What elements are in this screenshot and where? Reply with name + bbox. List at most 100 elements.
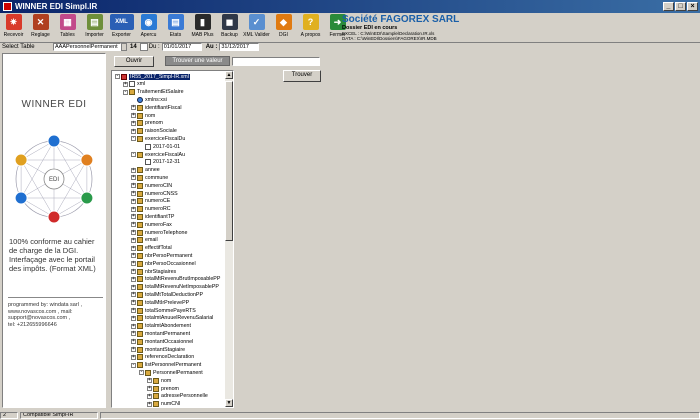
expand-icon[interactable]: + (131, 230, 136, 235)
expand-icon[interactable]: + (131, 128, 136, 134)
tree-node[interactable]: + referenceDeclaration (131, 354, 194, 361)
date-to-field[interactable]: 31/12/2017 (219, 43, 260, 51)
expand-icon[interactable]: + (131, 331, 136, 337)
expand-icon[interactable]: + (147, 401, 152, 407)
toolbar-button-xml-valider[interactable]: ✓ XML Valider (243, 13, 270, 42)
tree-node[interactable]: 2017-12-31 (139, 159, 180, 166)
tree-node[interactable]: - PersonnelPermanent (139, 369, 203, 376)
tree-node[interactable]: + prenom (147, 385, 179, 392)
expand-icon[interactable]: + (131, 237, 136, 243)
collapse-icon[interactable]: - (131, 362, 136, 368)
expand-icon[interactable]: + (131, 276, 136, 282)
collapse-icon[interactable]: - (131, 152, 136, 157)
tree-node[interactable]: + nbrStagiaires (131, 268, 176, 275)
toolbar-button-backup[interactable]: ◼ Backup (216, 13, 243, 42)
expand-icon[interactable]: + (131, 113, 136, 118)
expand-icon[interactable]: + (147, 393, 152, 399)
expand-icon[interactable]: + (131, 269, 136, 274)
minimize-button[interactable]: _ (663, 2, 674, 11)
tree-node[interactable]: + nbrPersoOccasionnel (131, 260, 196, 267)
toolbar-button-etats[interactable]: ▤ Etats (162, 13, 189, 42)
tree-node[interactable]: + email (131, 237, 158, 244)
expand-icon[interactable]: + (131, 191, 136, 196)
tree-node[interactable]: + totalMtIrPrelevePP (131, 299, 189, 306)
expand-icon[interactable]: + (131, 253, 136, 259)
expand-icon[interactable]: + (131, 245, 136, 251)
close-button[interactable]: × (687, 2, 698, 11)
expand-icon[interactable]: + (131, 261, 136, 267)
expand-icon[interactable]: + (131, 206, 136, 212)
tree-node[interactable]: + numCNI (147, 401, 180, 407)
toolbar-button-a-propos[interactable]: ? A propos (297, 13, 324, 42)
tree-scrollbar[interactable]: ▲ ▼ (225, 71, 233, 407)
toolbar-button-importer[interactable]: ▤ Importer (81, 13, 108, 42)
scroll-thumb[interactable] (225, 81, 233, 241)
collapse-icon[interactable]: - (131, 136, 136, 142)
tree-node[interactable]: + numeroCIN (131, 182, 172, 189)
tree-node[interactable]: + adressePersonnelle (147, 393, 208, 400)
tree-node[interactable]: + nom (147, 377, 171, 384)
tree-node[interactable]: + montantStagiaire (131, 346, 185, 353)
search-input[interactable] (232, 57, 320, 66)
tree-node[interactable]: + numeroRC (131, 206, 171, 213)
tree-node[interactable]: + totalMtTotalDeductionPP (131, 291, 203, 298)
expand-icon[interactable]: + (131, 120, 136, 126)
tree-node[interactable]: - TraitementEtSalaire (123, 89, 184, 96)
expand-icon[interactable]: + (147, 386, 152, 391)
tree-node[interactable]: + numeroFax (131, 221, 172, 228)
tree-node[interactable]: + totalMtRevenuNetImposablePP (131, 284, 219, 291)
tree-node[interactable]: 2017-01-01 (139, 143, 180, 150)
toolbar-button-recevoir[interactable]: ✷ Recevoir (0, 13, 27, 42)
expand-icon[interactable]: + (131, 292, 136, 298)
expand-icon[interactable]: + (123, 81, 128, 87)
table-select-dropdown[interactable] (121, 43, 127, 51)
expand-icon[interactable]: + (131, 183, 136, 189)
tree-node[interactable]: + effectifTotal (131, 245, 172, 252)
expand-icon[interactable]: + (147, 378, 152, 384)
expand-icon[interactable]: + (131, 167, 136, 173)
collapse-icon[interactable]: - (123, 89, 128, 95)
period-checkbox[interactable] (139, 43, 148, 51)
expand-icon[interactable]: + (131, 308, 136, 313)
open-button[interactable]: Ouvrir (114, 56, 154, 67)
tree-node[interactable]: + identifiantFiscal (131, 104, 182, 111)
date-from-field[interactable]: 01/01/2017 (161, 43, 202, 51)
scroll-down-icon[interactable]: ▼ (225, 399, 233, 407)
tree-node[interactable]: - exerciceFiscalAu (131, 151, 185, 158)
tree-node[interactable]: + xml (123, 81, 145, 88)
tree-node[interactable]: + totalMtRevenuBrutImposablePP (131, 276, 220, 283)
table-select[interactable]: AAAPersonnelPermanent (53, 43, 121, 51)
toolbar-button-reglage[interactable]: ✕ Reglage (27, 13, 54, 42)
tree-node[interactable]: + totalmtAnuuelRevenuSalarial (131, 315, 213, 322)
tree-node[interactable]: + montantOccasionnel (131, 338, 193, 345)
expand-icon[interactable]: + (131, 300, 136, 306)
expand-icon[interactable]: + (131, 339, 136, 345)
toolbar-button-dgi[interactable]: ◆ DGI (270, 13, 297, 42)
expand-icon[interactable]: + (131, 284, 136, 290)
tree-node[interactable]: - exerciceFiscalDu (131, 135, 185, 142)
tree-node[interactable]: + raisonSociale (131, 128, 177, 135)
tree-node[interactable]: + nbrPersoPermanent (131, 252, 192, 259)
tree-node[interactable]: - IR55_2017_Simpl-IR.xml (115, 73, 190, 80)
toolbar-button-exporter[interactable]: XML Exporter (108, 13, 135, 42)
tree-node[interactable]: + montantPermanent (131, 330, 190, 337)
tree-node[interactable]: + totalSommePayeRTS (131, 307, 196, 314)
toolbar-button-mab-plus[interactable]: ▮ MAB Plus (189, 13, 216, 42)
tree-node[interactable]: + numeroCNSS (131, 190, 178, 197)
find-value-button[interactable]: Trouver une valeur (165, 56, 230, 66)
expand-icon[interactable]: + (131, 214, 136, 220)
tree-node[interactable]: + totalmtAbondement (131, 323, 191, 330)
collapse-icon[interactable]: - (139, 370, 144, 376)
tree-node[interactable]: + annee (131, 167, 160, 174)
expand-icon[interactable]: + (131, 354, 136, 360)
tree-node[interactable]: + numeroCE (131, 198, 170, 205)
maximize-button[interactable]: □ (675, 2, 686, 11)
tree-node[interactable]: + identifiantTP (131, 213, 174, 220)
toolbar-button-apercu[interactable]: ◉ Apercu (135, 13, 162, 42)
toolbar-button-tables[interactable]: ▦ Tables (54, 13, 81, 42)
expand-icon[interactable]: + (131, 198, 136, 204)
expand-icon[interactable]: + (131, 315, 136, 321)
expand-icon[interactable]: + (131, 175, 136, 181)
scroll-up-icon[interactable]: ▲ (225, 71, 233, 79)
xml-tree-view[interactable]: ▲ ▼ - IR55_2017_Simpl-IR.xml + xml - Traiteme… (111, 70, 234, 408)
